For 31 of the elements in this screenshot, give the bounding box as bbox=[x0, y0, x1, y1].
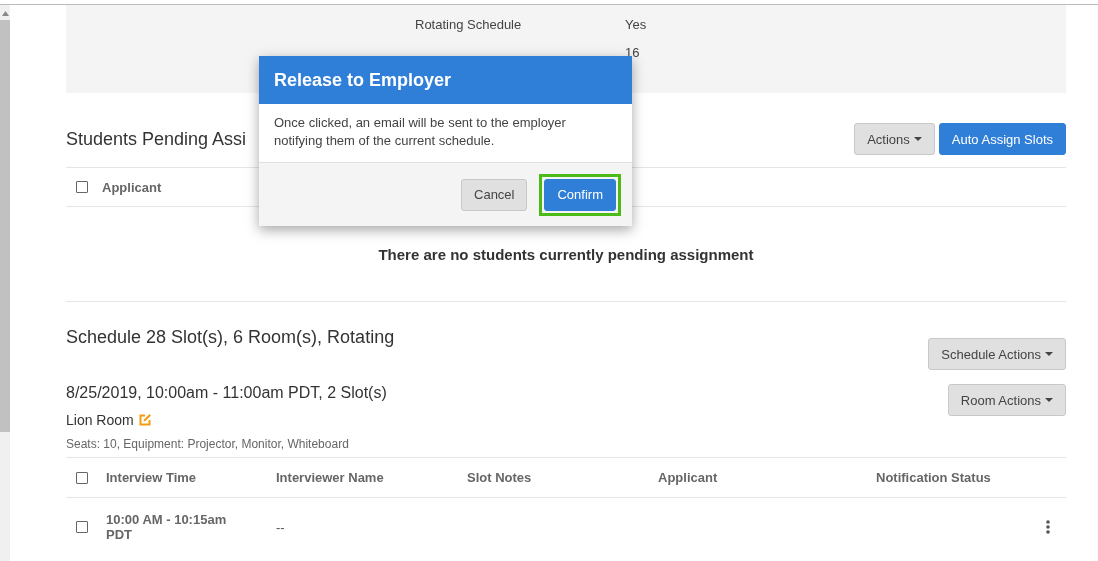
section-title: Students Pending Assi bbox=[66, 128, 247, 150]
schedule-actions-button[interactable]: Schedule Actions bbox=[928, 338, 1066, 370]
more-options-icon[interactable] bbox=[1046, 520, 1050, 534]
checkbox[interactable] bbox=[76, 471, 88, 484]
column-header: Applicant bbox=[102, 179, 162, 195]
dialog-message: Once clicked, an email will be sent to the employer notifying them of the current schedule. bbox=[274, 114, 567, 150]
slot-block-title: 8/25/2019, 10:00am - 11:00am PDT, 2 Slot(s) bbox=[66, 384, 387, 402]
auto-assign-button[interactable]: Auto Assign Slots bbox=[938, 123, 1066, 155]
table-cell-text: -- bbox=[276, 519, 286, 535]
column-header: Notification Status bbox=[876, 470, 992, 485]
column-header: Slot Notes bbox=[467, 470, 533, 485]
room-actions-button[interactable]: Room Actions bbox=[947, 384, 1066, 416]
room-name: Lion Room bbox=[66, 412, 134, 428]
confirm-button[interactable]: Confirm bbox=[544, 178, 616, 211]
scrollbar-thumb[interactable] bbox=[0, 20, 10, 432]
actions-dropdown-button[interactable]: Actions bbox=[854, 123, 935, 155]
column-header: Interviewer Name bbox=[276, 470, 385, 485]
section-title: Schedule 28 Slot(s), 6 Room(s), Rotating bbox=[66, 327, 395, 348]
checkbox[interactable] bbox=[76, 181, 88, 193]
scrollbar[interactable] bbox=[0, 5, 10, 561]
summary-value: Yes bbox=[625, 17, 647, 34]
table-cell-text: 10:00 AM - 10:15am PDT bbox=[106, 512, 228, 542]
room-details: Seats: 10, Equipment: Projector, Monitor, Whiteboard bbox=[66, 437, 350, 453]
column-header: Interview Time bbox=[106, 470, 198, 485]
column-header: Applicant bbox=[658, 470, 719, 485]
checkbox[interactable] bbox=[76, 521, 88, 533]
scroll-up-icon[interactable] bbox=[1, 11, 9, 16]
cancel-button[interactable]: Cancel bbox=[461, 178, 528, 211]
summary-label: Rotating Schedule bbox=[415, 17, 522, 32]
dialog-title: Release to Employer bbox=[274, 69, 452, 91]
empty-message: There are no students currently pending assignment bbox=[378, 245, 754, 263]
